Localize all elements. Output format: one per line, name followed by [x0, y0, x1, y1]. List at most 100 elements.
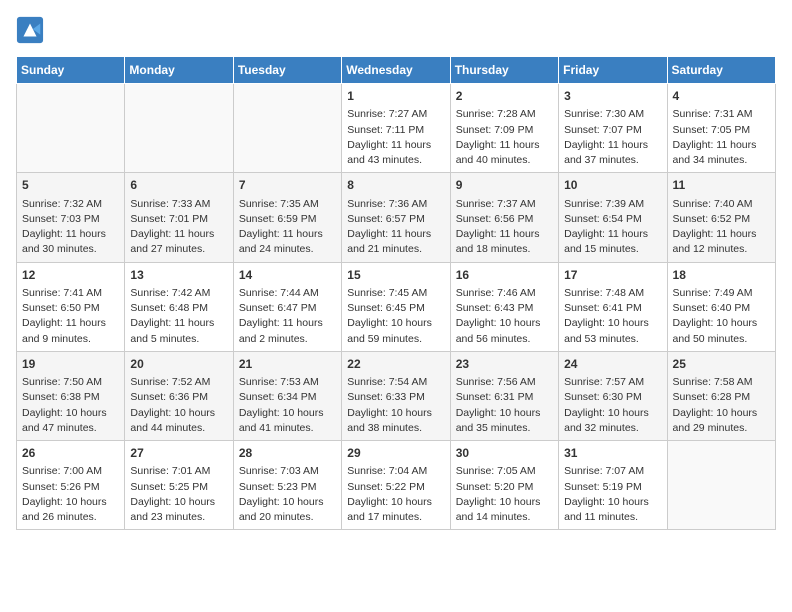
calendar-cell: 11 Sunrise: 7:40 AMSunset: 6:52 PMDayligh… [667, 173, 775, 262]
week-row-1: 1 Sunrise: 7:27 AMSunset: 7:11 PMDaylight… [17, 84, 776, 173]
calendar-cell: 12 Sunrise: 7:41 AMSunset: 6:50 PMDayligh… [17, 262, 125, 351]
day-info: Sunrise: 7:32 AMSunset: 7:03 PMDaylight:… [22, 197, 119, 258]
calendar-cell: 15 Sunrise: 7:45 AMSunset: 6:45 PMDayligh… [342, 262, 450, 351]
column-header-sunday: Sunday [17, 57, 125, 84]
day-number: 12 [22, 267, 119, 284]
calendar-cell: 26 Sunrise: 7:00 AMSunset: 5:26 PMDayligh… [17, 441, 125, 530]
column-header-friday: Friday [559, 57, 667, 84]
calendar-cell: 2 Sunrise: 7:28 AMSunset: 7:09 PMDaylight… [450, 84, 558, 173]
column-header-thursday: Thursday [450, 57, 558, 84]
calendar-cell: 1 Sunrise: 7:27 AMSunset: 7:11 PMDaylight… [342, 84, 450, 173]
day-number: 31 [564, 445, 661, 462]
calendar-cell: 17 Sunrise: 7:48 AMSunset: 6:41 PMDayligh… [559, 262, 667, 351]
day-info: Sunrise: 7:49 AMSunset: 6:40 PMDaylight:… [673, 286, 770, 347]
calendar-cell: 6Sunrise: 7:33 AMSunset: 7:01 PMDaylight… [125, 173, 233, 262]
day-info: Sunrise: 7:01 AMSunset: 5:25 PMDaylight:… [130, 464, 227, 525]
calendar-cell: 3Sunrise: 7:30 AMSunset: 7:07 PMDaylight… [559, 84, 667, 173]
week-row-2: 5 Sunrise: 7:32 AMSunset: 7:03 PMDaylight… [17, 173, 776, 262]
day-info: Sunrise: 7:37 AMSunset: 6:56 PMDaylight:… [456, 197, 553, 258]
calendar-cell [125, 84, 233, 173]
day-info: Sunrise: 7:04 AMSunset: 5:22 PMDaylight:… [347, 464, 444, 525]
day-info: Sunrise: 7:42 AMSunset: 6:48 PMDaylight:… [130, 286, 227, 347]
day-number: 15 [347, 267, 444, 284]
day-info: Sunrise: 7:57 AMSunset: 6:30 PMDaylight:… [564, 375, 661, 436]
day-number: 25 [673, 356, 770, 373]
day-info: Sunrise: 7:27 AMSunset: 7:11 PMDaylight:… [347, 107, 444, 168]
calendar-cell: 18Sunrise: 7:49 AMSunset: 6:40 PMDayligh… [667, 262, 775, 351]
calendar-cell: 13 Sunrise: 7:42 AMSunset: 6:48 PMDayligh… [125, 262, 233, 351]
day-info: Sunrise: 7:07 AMSunset: 5:19 PMDaylight:… [564, 464, 661, 525]
logo-icon [16, 16, 44, 44]
calendar-cell: 10Sunrise: 7:39 AMSunset: 6:54 PMDayligh… [559, 173, 667, 262]
calendar-cell: 16 Sunrise: 7:46 AMSunset: 6:43 PMDayligh… [450, 262, 558, 351]
day-number: 28 [239, 445, 336, 462]
day-number: 16 [456, 267, 553, 284]
day-number: 1 [347, 88, 444, 105]
calendar-cell: 4 Sunrise: 7:31 AMSunset: 7:05 PMDaylight… [667, 84, 775, 173]
day-info: Sunrise: 7:44 AMSunset: 6:47 PMDaylight:… [239, 286, 336, 347]
day-number: 30 [456, 445, 553, 462]
day-info: Sunrise: 7:35 AMSunset: 6:59 PMDaylight:… [239, 197, 336, 258]
calendar-cell: 30Sunrise: 7:05 AMSunset: 5:20 PMDayligh… [450, 441, 558, 530]
day-number: 4 [673, 88, 770, 105]
day-number: 2 [456, 88, 553, 105]
day-number: 23 [456, 356, 553, 373]
week-row-3: 12 Sunrise: 7:41 AMSunset: 6:50 PMDayligh… [17, 262, 776, 351]
page-header [16, 16, 776, 44]
calendar-cell: 14 Sunrise: 7:44 AMSunset: 6:47 PMDayligh… [233, 262, 341, 351]
day-number: 17 [564, 267, 661, 284]
day-number: 10 [564, 177, 661, 194]
column-header-monday: Monday [125, 57, 233, 84]
day-number: 21 [239, 356, 336, 373]
column-header-tuesday: Tuesday [233, 57, 341, 84]
logo [16, 16, 48, 44]
calendar-cell: 24 Sunrise: 7:57 AMSunset: 6:30 PMDayligh… [559, 351, 667, 440]
calendar-cell: 5 Sunrise: 7:32 AMSunset: 7:03 PMDaylight… [17, 173, 125, 262]
day-info: Sunrise: 7:00 AMSunset: 5:26 PMDaylight:… [22, 464, 119, 525]
day-info: Sunrise: 7:50 AMSunset: 6:38 PMDaylight:… [22, 375, 119, 436]
calendar-cell: 22 Sunrise: 7:54 AMSunset: 6:33 PMDayligh… [342, 351, 450, 440]
day-info: Sunrise: 7:28 AMSunset: 7:09 PMDaylight:… [456, 107, 553, 168]
day-info: Sunrise: 7:46 AMSunset: 6:43 PMDaylight:… [456, 286, 553, 347]
day-info: Sunrise: 7:41 AMSunset: 6:50 PMDaylight:… [22, 286, 119, 347]
day-info: Sunrise: 7:48 AMSunset: 6:41 PMDaylight:… [564, 286, 661, 347]
day-info: Sunrise: 7:33 AMSunset: 7:01 PMDaylight:… [130, 197, 227, 258]
day-number: 5 [22, 177, 119, 194]
day-number: 27 [130, 445, 227, 462]
day-number: 11 [673, 177, 770, 194]
day-number: 29 [347, 445, 444, 462]
calendar-cell [667, 441, 775, 530]
calendar-cell: 27 Sunrise: 7:01 AMSunset: 5:25 PMDayligh… [125, 441, 233, 530]
day-info: Sunrise: 7:54 AMSunset: 6:33 PMDaylight:… [347, 375, 444, 436]
calendar-cell [233, 84, 341, 173]
header-row: SundayMondayTuesdayWednesdayThursdayFrid… [17, 57, 776, 84]
day-info: Sunrise: 7:52 AMSunset: 6:36 PMDaylight:… [130, 375, 227, 436]
day-number: 22 [347, 356, 444, 373]
calendar-cell: 7 Sunrise: 7:35 AMSunset: 6:59 PMDaylight… [233, 173, 341, 262]
day-info: Sunrise: 7:31 AMSunset: 7:05 PMDaylight:… [673, 107, 770, 168]
calendar-cell: 9 Sunrise: 7:37 AMSunset: 6:56 PMDaylight… [450, 173, 558, 262]
day-number: 24 [564, 356, 661, 373]
day-number: 26 [22, 445, 119, 462]
calendar-cell: 21 Sunrise: 7:53 AMSunset: 6:34 PMDayligh… [233, 351, 341, 440]
day-info: Sunrise: 7:58 AMSunset: 6:28 PMDaylight:… [673, 375, 770, 436]
calendar-cell [17, 84, 125, 173]
calendar-cell: 19 Sunrise: 7:50 AMSunset: 6:38 PMDayligh… [17, 351, 125, 440]
day-info: Sunrise: 7:45 AMSunset: 6:45 PMDaylight:… [347, 286, 444, 347]
day-number: 3 [564, 88, 661, 105]
day-info: Sunrise: 7:03 AMSunset: 5:23 PMDaylight:… [239, 464, 336, 525]
calendar-cell: 8Sunrise: 7:36 AMSunset: 6:57 PMDaylight… [342, 173, 450, 262]
day-info: Sunrise: 7:36 AMSunset: 6:57 PMDaylight:… [347, 197, 444, 258]
calendar-cell: 29 Sunrise: 7:04 AMSunset: 5:22 PMDayligh… [342, 441, 450, 530]
week-row-5: 26 Sunrise: 7:00 AMSunset: 5:26 PMDayligh… [17, 441, 776, 530]
day-number: 13 [130, 267, 227, 284]
day-number: 14 [239, 267, 336, 284]
day-number: 20 [130, 356, 227, 373]
day-number: 19 [22, 356, 119, 373]
day-number: 9 [456, 177, 553, 194]
day-number: 7 [239, 177, 336, 194]
column-header-wednesday: Wednesday [342, 57, 450, 84]
day-info: Sunrise: 7:40 AMSunset: 6:52 PMDaylight:… [673, 197, 770, 258]
calendar-cell: 20 Sunrise: 7:52 AMSunset: 6:36 PMDayligh… [125, 351, 233, 440]
day-info: Sunrise: 7:53 AMSunset: 6:34 PMDaylight:… [239, 375, 336, 436]
